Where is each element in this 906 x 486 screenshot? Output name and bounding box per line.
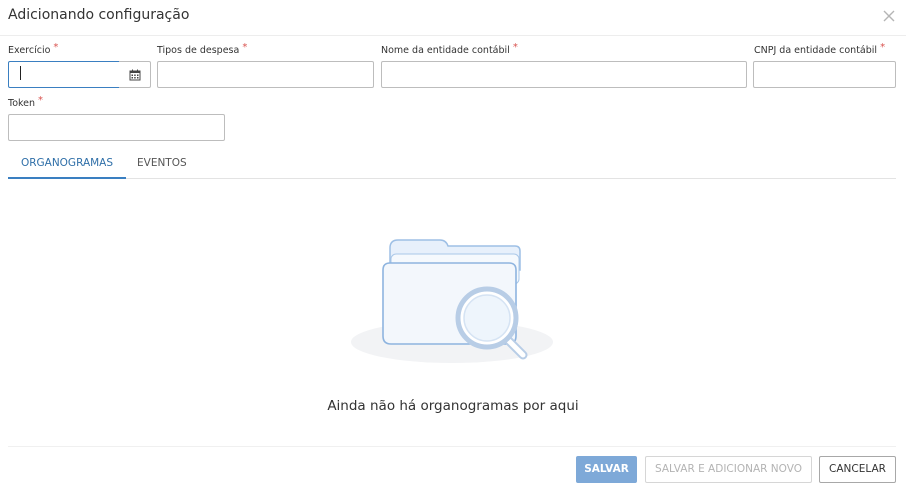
footer-divider [8, 446, 896, 447]
required-mark: * [38, 95, 44, 106]
calendar-icon [129, 69, 141, 81]
token-label-text: Token [8, 98, 36, 109]
tipos-despesa-label: Tipos de despesa * [157, 42, 248, 56]
nome-entidade-input[interactable] [381, 61, 747, 88]
required-mark: * [512, 42, 518, 53]
folder-search-icon [345, 230, 560, 370]
required-mark: * [53, 42, 59, 53]
close-icon[interactable] [882, 8, 896, 22]
cnpj-entidade-label-text: CNPJ da entidade contábil [754, 45, 878, 56]
tab-bar: ORGANOGRAMAS EVENTOS [8, 148, 896, 179]
tipos-despesa-input[interactable] [157, 61, 374, 88]
exercicio-label-text: Exercício [8, 45, 51, 56]
nome-entidade-label: Nome da entidade contábil * [381, 42, 518, 56]
required-mark: * [880, 42, 886, 53]
token-label: Token * [8, 95, 44, 109]
cnpj-entidade-label: CNPJ da entidade contábil * [754, 42, 886, 56]
save-button[interactable]: SALVAR [576, 456, 637, 483]
exercicio-label: Exercício * [8, 42, 59, 56]
calendar-button[interactable] [119, 61, 151, 88]
config-dialog: Adicionando configuração Exercício * Tipo… [0, 0, 906, 486]
tab-organogramas[interactable]: ORGANOGRAMAS [8, 148, 126, 179]
cnpj-entidade-input[interactable] [753, 61, 896, 88]
exercicio-input[interactable] [8, 61, 120, 88]
empty-state-message: Ainda não há organogramas por aqui [327, 398, 579, 414]
text-caret [20, 66, 21, 80]
tipos-despesa-label-text: Tipos de despesa [157, 45, 240, 56]
required-mark: * [242, 42, 248, 53]
token-input[interactable] [8, 114, 225, 141]
save-and-add-button[interactable]: SALVAR E ADICIONAR NOVO [645, 456, 812, 483]
tab-eventos[interactable]: EVENTOS [126, 148, 198, 179]
dialog-header: Adicionando configuração [0, 0, 906, 36]
nome-entidade-label-text: Nome da entidade contábil [381, 45, 510, 56]
dialog-title: Adicionando configuração [8, 7, 190, 23]
cancel-button[interactable]: CANCELAR [819, 456, 896, 483]
